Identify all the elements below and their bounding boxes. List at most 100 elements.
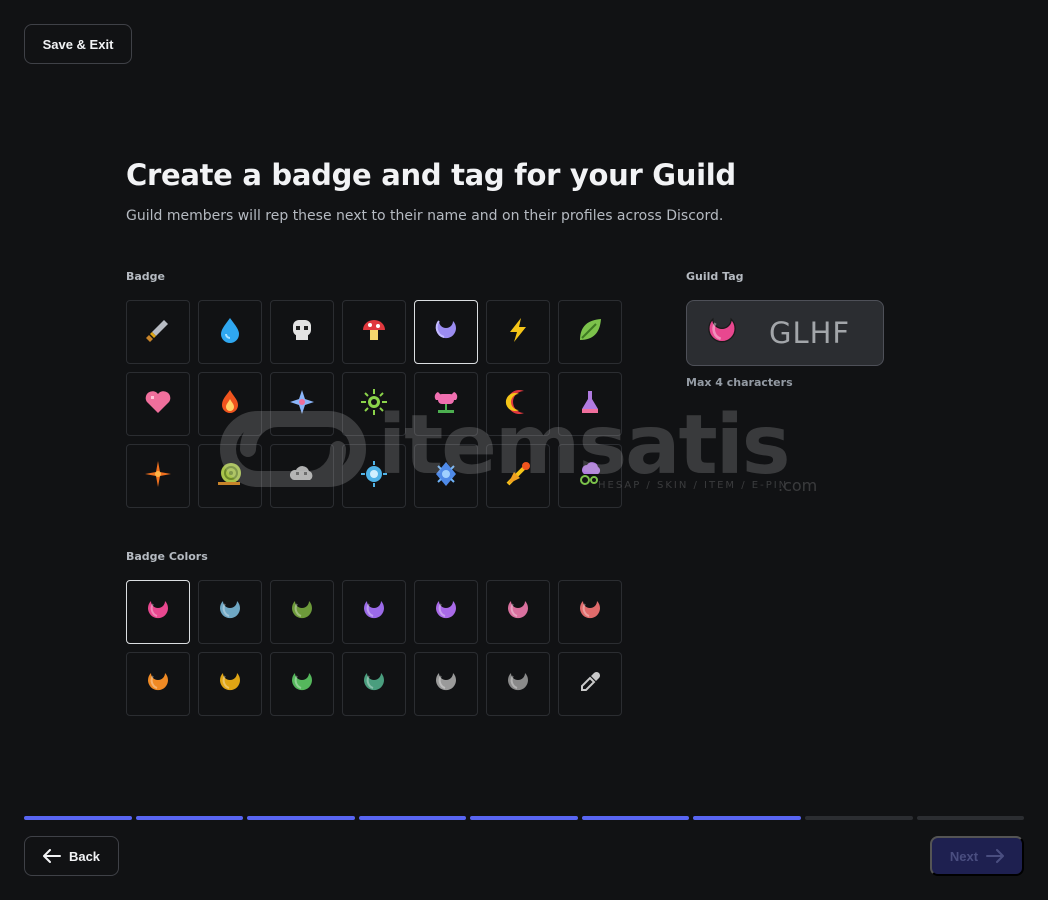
badge-option-leaf[interactable]: [558, 300, 622, 364]
badge-color-option[interactable]: [198, 652, 262, 716]
moon-icon: [502, 666, 534, 702]
progress-segment: [24, 816, 132, 820]
progress-segment: [693, 816, 801, 820]
arrow-right-icon: [986, 849, 1005, 863]
sword-icon: [142, 314, 174, 350]
guild-tag-hint: Max 4 characters: [686, 376, 793, 389]
badge-option-heart[interactable]: [126, 372, 190, 436]
progress-segment: [135, 816, 244, 820]
progress-segment: [358, 816, 467, 820]
badge-color-option[interactable]: [414, 652, 478, 716]
guild-tag-input[interactable]: GLHF: [686, 300, 884, 366]
badge-option-sparkle[interactable]: [270, 372, 334, 436]
guild-tag-value: GLHF: [769, 316, 851, 350]
page-subtitle: Guild members will rep these next to the…: [126, 208, 724, 224]
badge-color-option[interactable]: [270, 652, 334, 716]
heart-icon: [142, 386, 174, 422]
progress-segment: [916, 816, 1025, 820]
moon-icon: [286, 594, 318, 630]
crescent-icon: [502, 386, 534, 422]
badge-option-fire[interactable]: [198, 372, 262, 436]
moon-icon: [502, 594, 534, 630]
save-exit-button[interactable]: Save & Exit: [24, 24, 132, 64]
badge-color-option[interactable]: [414, 580, 478, 644]
badge-option-water-drop[interactable]: [198, 300, 262, 364]
moon-icon: [358, 666, 390, 702]
cloud-icon: [286, 458, 318, 494]
badge-color-option[interactable]: [342, 580, 406, 644]
sparkle-icon: [286, 386, 318, 422]
progress-bar: [24, 816, 1025, 820]
moon-icon: [142, 594, 174, 630]
eyedropper-icon: [578, 670, 602, 698]
guild-tag-badge-preview: [701, 310, 743, 356]
badge-color-option[interactable]: [126, 580, 190, 644]
leaf-icon: [574, 314, 606, 350]
moon-icon: [430, 666, 462, 702]
badge-color-option[interactable]: [486, 580, 550, 644]
arrow-left-icon: [42, 849, 61, 863]
badge-option-mushroom[interactable]: [342, 300, 406, 364]
progress-segment: [804, 816, 913, 820]
progress-segment: [247, 816, 355, 820]
badge-option-lightning[interactable]: [486, 300, 550, 364]
back-button-label: Back: [68, 848, 101, 864]
progress-segment: [581, 816, 690, 820]
badge-option-sun[interactable]: [342, 372, 406, 436]
page-title: Create a badge and tag for your Guild: [126, 158, 736, 192]
badge-color-option[interactable]: [198, 580, 262, 644]
custom-color-picker-button[interactable]: [558, 652, 622, 716]
moon-icon: [430, 594, 462, 630]
next-button[interactable]: Next: [930, 836, 1024, 876]
moon-icon: [574, 594, 606, 630]
mushroom-icon: [358, 314, 390, 350]
badge-color-grid: [126, 580, 622, 716]
badge-section-label: Badge: [126, 270, 166, 283]
badge-option-skull[interactable]: [270, 300, 334, 364]
badge-color-option[interactable]: [558, 580, 622, 644]
badge-option-crystal[interactable]: [414, 444, 478, 508]
badge-grid: [126, 300, 622, 508]
crystal-icon: [430, 458, 462, 494]
moon-icon: [214, 666, 246, 702]
badge-option-potion[interactable]: [558, 372, 622, 436]
badge-option-flower[interactable]: [414, 372, 478, 436]
watermark-domain: .com: [778, 476, 818, 495]
moon-icon: [358, 594, 390, 630]
moon-icon: [142, 666, 174, 702]
badge-option-sword[interactable]: [126, 300, 190, 364]
badge-option-crescent[interactable]: [486, 372, 550, 436]
skull-icon: [286, 314, 318, 350]
compass-star-icon: [142, 458, 174, 494]
lightning-icon: [502, 314, 534, 350]
guild-tag-label: Guild Tag: [686, 270, 744, 283]
potion-icon: [574, 386, 606, 422]
badge-color-option[interactable]: [342, 652, 406, 716]
snail-icon: [214, 458, 246, 494]
watermark-tagline: HESAP / SKIN / ITEM / E-PIN: [598, 480, 789, 491]
badge-option-orb[interactable]: [342, 444, 406, 508]
badge-option-moon[interactable]: [414, 300, 478, 364]
flower-icon: [430, 386, 462, 422]
badge-color-option[interactable]: [270, 580, 334, 644]
moon-icon: [286, 666, 318, 702]
moon-icon: [214, 594, 246, 630]
badge-option-wind-cloud[interactable]: [558, 444, 622, 508]
orb-icon: [358, 458, 390, 494]
badge-color-option[interactable]: [486, 652, 550, 716]
next-button-label: Next: [949, 848, 979, 864]
badge-option-cloud[interactable]: [270, 444, 334, 508]
badge-option-comet[interactable]: [486, 444, 550, 508]
back-button[interactable]: Back: [24, 836, 119, 876]
moon-icon: [430, 314, 462, 350]
badge-option-compass-star[interactable]: [126, 444, 190, 508]
fire-icon: [214, 386, 246, 422]
wind-cloud-icon: [574, 458, 606, 494]
badge-option-snail[interactable]: [198, 444, 262, 508]
sun-icon: [358, 386, 390, 422]
badge-colors-label: Badge Colors: [126, 550, 208, 563]
badge-color-option[interactable]: [126, 652, 190, 716]
water-drop-icon: [214, 314, 246, 350]
progress-segment: [470, 816, 578, 820]
comet-icon: [502, 458, 534, 494]
